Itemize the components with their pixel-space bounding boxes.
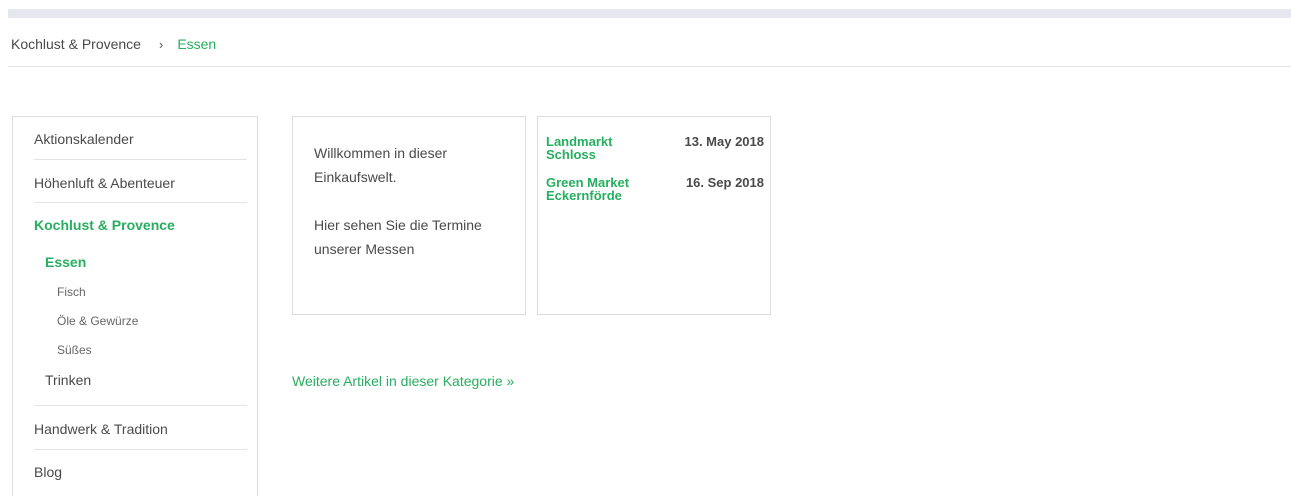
sidebar-item-hoehenluft[interactable]: Höhenluft & Abenteuer (34, 175, 247, 191)
welcome-text-line: unserer Messen (314, 241, 415, 257)
sidebar-item-handwerk[interactable]: Handwerk & Tradition (34, 421, 247, 437)
sidebar-divider (34, 202, 247, 203)
sidebar-item-aktionskalender[interactable]: Aktionskalender (34, 131, 247, 147)
welcome-text-line: Hier sehen Sie die Termine (314, 217, 482, 233)
event-row: Landmarkt Schloss 13. May 2018 (546, 135, 764, 161)
breadcrumb-item-kochlust[interactable]: Kochlust & Provence (11, 36, 141, 52)
chevron-right-icon: › (158, 36, 164, 52)
event-row: Green Market Eckernförde 16. Sep 2018 (546, 176, 764, 202)
sidebar-subitem-trinken[interactable]: Trinken (45, 372, 258, 388)
sidebar-divider (34, 449, 247, 450)
event-name-line: Eckernförde (546, 188, 622, 203)
breadcrumb-item-current: Essen (177, 36, 217, 52)
sidebar-subitem-essen[interactable]: Essen (45, 254, 258, 270)
event-name-line: Schloss (546, 147, 596, 162)
event-name-link[interactable]: Green Market Eckernförde (546, 176, 656, 202)
sidebar: Aktionskalender Höhenluft & Abenteuer Ko… (12, 116, 258, 496)
sidebar-item-kochlust[interactable]: Kochlust & Provence (34, 217, 247, 233)
sidebar-subitem-fisch[interactable]: Fisch (57, 285, 270, 299)
event-date: 16. Sep 2018 (685, 175, 764, 190)
breadcrumb: Kochlust & Provence › Essen (11, 35, 216, 53)
top-bar (8, 9, 1291, 18)
sidebar-item-blog[interactable]: Blog (34, 464, 247, 480)
events-card: Landmarkt Schloss 13. May 2018 Green Mar… (537, 116, 771, 315)
event-date: 13. May 2018 (684, 134, 764, 149)
event-name-link[interactable]: Landmarkt Schloss (546, 135, 656, 161)
welcome-text-line: Willkommen in dieser (314, 145, 448, 161)
sidebar-subitem-suesses[interactable]: Süßes (57, 343, 270, 357)
more-articles-link[interactable]: Weitere Artikel in dieser Kategorie » (292, 373, 514, 389)
sidebar-divider (34, 159, 247, 160)
sidebar-subitem-oele[interactable]: Öle & Gewürze (57, 314, 270, 328)
sidebar-divider (34, 405, 247, 406)
welcome-card: Willkommen in dieser Einkaufswelt. Hier … (292, 116, 526, 315)
header-divider (8, 66, 1291, 67)
welcome-text-line: Einkaufswelt. (314, 169, 397, 185)
